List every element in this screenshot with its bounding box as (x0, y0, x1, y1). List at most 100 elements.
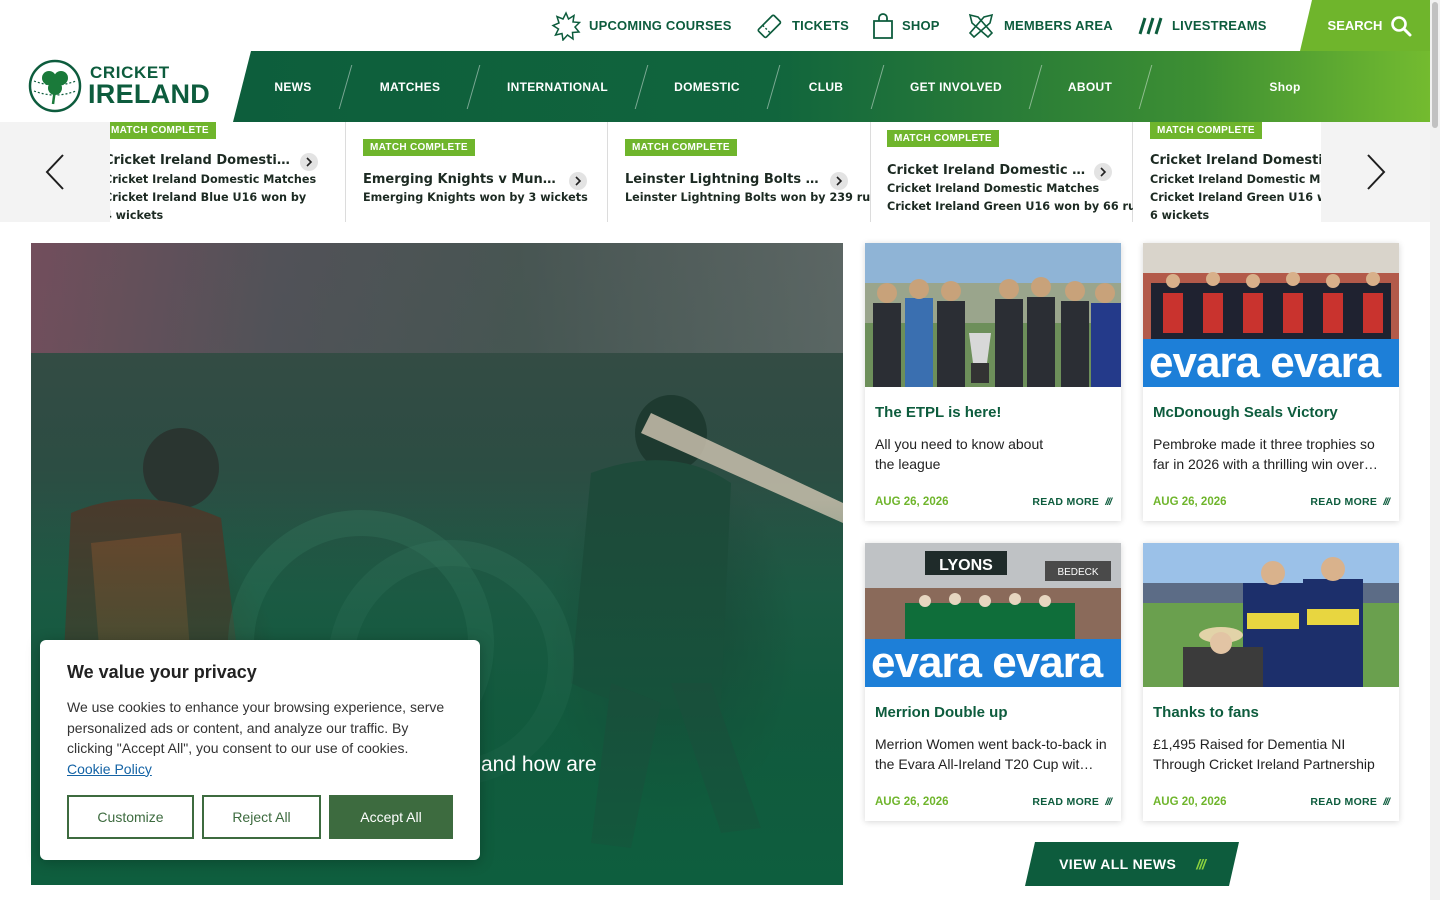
match-status-badge: MATCH COMPLETE (625, 139, 737, 156)
nav-divider (1028, 65, 1043, 109)
read-more-link[interactable]: READ MORE /// (1310, 496, 1390, 508)
triple-slash-icon: /// (1105, 496, 1112, 508)
match-status-badge: MATCH COMPLETE (363, 139, 475, 156)
lyons-sign: LYONS (939, 557, 993, 574)
starburst-icon (551, 10, 581, 41)
nav-shop[interactable]: Shop (1233, 51, 1337, 122)
ticker-card[interactable]: MATCH COMPLETE Emerging Knights v Munst e… (346, 122, 608, 222)
nav-divider (466, 65, 481, 109)
cricket-ireland-logo[interactable]: CRICKET IRELAND (28, 58, 218, 114)
sponsor-banner: evara evara (865, 639, 1121, 687)
read-more-label: READ MORE (1310, 496, 1378, 508)
match-title: Cricket Ireland Domestic Matc… (110, 153, 294, 168)
nav-club[interactable]: CLUB (786, 51, 866, 122)
news-card[interactable]: evara evara McDonough Seals Victory Pemb… (1143, 243, 1399, 521)
match-detail-button[interactable] (569, 172, 587, 190)
ticker-card[interactable]: MATCH COMPLETE Cricket Ireland Domestic … (110, 122, 346, 222)
nav-divider (634, 65, 649, 109)
news-date: AUG 20, 2026 (1153, 796, 1227, 808)
cookie-body-text: We use cookies to enhance your browsing … (67, 699, 445, 756)
news-card[interactable]: LYONS BEDECK evara evara Merrion Double … (865, 543, 1121, 821)
page-scrollbar[interactable] (1430, 0, 1440, 900)
search-button[interactable]: SEARCH (1300, 0, 1440, 51)
nav-divider (338, 65, 353, 109)
match-result-cont: 4 wickets (110, 209, 164, 222)
nav-about[interactable]: ABOUT (1048, 51, 1132, 122)
cookie-body: We use cookies to enhance your browsing … (67, 697, 453, 779)
news-card[interactable]: The ETPL is here! All you need to know a… (865, 243, 1121, 521)
news-title: Thanks to fans (1153, 704, 1259, 721)
news-image (1143, 543, 1399, 687)
cookie-title: We value your privacy (67, 662, 257, 682)
news-date: AUG 26, 2026 (1153, 496, 1227, 508)
view-all-news-button[interactable]: VIEW ALL NEWS /// (1025, 842, 1239, 886)
match-competition: Cricket Ireland Domestic Matches (110, 173, 317, 186)
match-result: Cricket Ireland Green U16 won (1150, 191, 1321, 204)
chevron-right-icon (836, 176, 843, 186)
nav-divider (1138, 65, 1153, 109)
nav-domestic[interactable]: DOMESTIC (653, 51, 761, 122)
nav-matches[interactable]: MATCHES (360, 51, 460, 122)
match-status-badge: MATCH COMPLETE (110, 122, 216, 139)
match-title: Cricket Ireland Domestic Matc… (887, 163, 1089, 178)
match-result: Cricket Ireland Green U16 won by 66 runs (887, 200, 1151, 213)
scrollbar-thumb[interactable] (1432, 2, 1438, 128)
ticker-prev-button[interactable] (0, 122, 110, 222)
ticker-track: MATCH COMPLETE Cricket Ireland Domestic … (110, 122, 1321, 222)
logo-wordmark: CRICKET IRELAND (88, 64, 210, 108)
reject-all-button[interactable]: Reject All (202, 795, 321, 839)
match-result-cont: 6 wickets (1150, 209, 1210, 222)
match-detail-button[interactable] (830, 172, 848, 190)
read-more-link[interactable]: READ MORE /// (1310, 796, 1390, 808)
search-icon (1391, 15, 1412, 36)
sponsor-banner: evara evara (1143, 339, 1399, 387)
utility-bar: UPCOMING COURSES TICKETS SHOP MEMBERS AR… (0, 0, 1440, 51)
news-summary: Merrion Women went back-to-back in the E… (875, 736, 1107, 772)
news-title: The ETPL is here! (875, 404, 1002, 421)
ticker-card[interactable]: MATCH COMPLETE Cricket Ireland Domestic … (1133, 122, 1321, 222)
match-detail-button[interactable] (1094, 163, 1112, 181)
chevron-left-icon (45, 154, 64, 190)
triple-slash-icon: /// (1196, 856, 1205, 872)
accept-all-button[interactable]: Accept All (329, 795, 453, 839)
news-date: AUG 26, 2026 (875, 496, 949, 508)
upcoming-courses-link[interactable]: UPCOMING COURSES (551, 0, 732, 51)
customize-button[interactable]: Customize (67, 795, 194, 839)
upcoming-courses-label: UPCOMING COURSES (589, 18, 732, 33)
team-photo-icon (865, 243, 1121, 387)
chevron-right-icon (575, 176, 582, 186)
tickets-label: TICKETS (792, 18, 850, 33)
search-label: SEARCH (1327, 18, 1383, 33)
news-card[interactable]: Thanks to fans £1,495 Raised for Dementi… (1143, 543, 1399, 821)
news-summary: Pembroke made it three trophies so far i… (1153, 436, 1378, 472)
crossed-bats-icon (968, 13, 994, 38)
read-more-label: READ MORE (1032, 496, 1100, 508)
match-result: Emerging Knights won by 3 wickets (363, 191, 588, 204)
news-summary: All you need to know about the league (875, 436, 1044, 472)
cookie-policy-link[interactable]: Cookie Policy (67, 761, 152, 777)
nav-news[interactable]: NEWS (253, 51, 333, 122)
view-all-news-label: VIEW ALL NEWS (1059, 856, 1177, 872)
match-result: Cricket Ireland Blue U16 won by (110, 191, 307, 204)
livestreams-label: LIVESTREAMS (1172, 18, 1267, 33)
read-more-label: READ MORE (1310, 796, 1378, 808)
members-area-link[interactable]: MEMBERS AREA (966, 0, 1113, 51)
ticker-next-button[interactable] (1321, 122, 1430, 222)
nav-get-involved[interactable]: GET INVOLVED (891, 51, 1021, 122)
nav-divider (870, 65, 885, 109)
news-image (865, 243, 1121, 387)
livestreams-link[interactable]: LIVESTREAMS (1134, 0, 1267, 51)
news-title: McDonough Seals Victory (1153, 404, 1338, 421)
read-more-link[interactable]: READ MORE /// (1032, 796, 1112, 808)
match-title: Emerging Knights v Munster … (363, 172, 559, 187)
match-status-badge: MATCH COMPLETE (887, 130, 999, 147)
read-more-link[interactable]: READ MORE /// (1032, 496, 1112, 508)
members-area-label: MEMBERS AREA (1004, 18, 1113, 33)
tickets-link[interactable]: TICKETS (754, 0, 849, 51)
shop-link[interactable]: SHOP (872, 0, 940, 51)
nav-international[interactable]: INTERNATIONAL (485, 51, 630, 122)
match-detail-button[interactable] (300, 153, 318, 171)
ticker-card[interactable]: MATCH COMPLETE Leinster Lightning Bolts … (608, 122, 885, 222)
triple-slash-icon (1138, 17, 1163, 34)
ticker-card[interactable]: MATCH COMPLETE Cricket Ireland Domestic … (871, 122, 1151, 222)
